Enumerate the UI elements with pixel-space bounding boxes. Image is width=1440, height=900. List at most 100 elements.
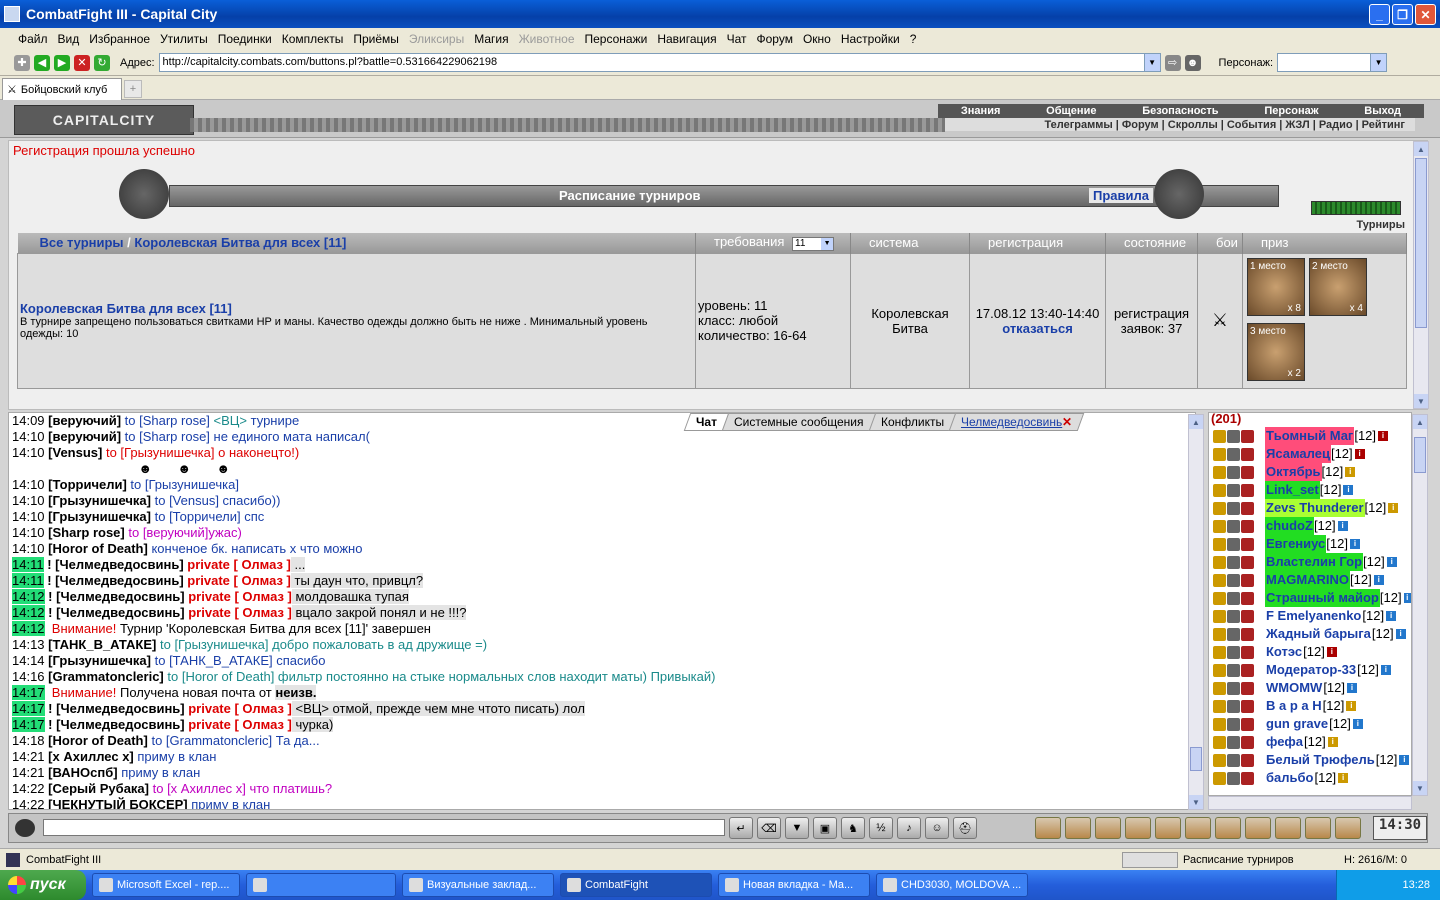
chat-time[interactable]: 14:10 <box>12 525 45 540</box>
scroll-up-icon[interactable]: ▲ <box>1414 142 1428 156</box>
user-name[interactable]: бальбо <box>1265 769 1314 787</box>
current-tournament-link[interactable]: Королевская Битва для всех [11] <box>134 235 346 250</box>
chat-nick[interactable]: [ТАНК_В_АТАКЕ] <box>48 637 156 652</box>
private-icon[interactable] <box>1213 735 1226 749</box>
info-icon[interactable]: i <box>1403 593 1411 603</box>
private-icon[interactable] <box>1213 699 1226 713</box>
action-icon[interactable] <box>1305 817 1331 839</box>
tab-chat[interactable]: Конфликты <box>868 413 956 431</box>
menu-item[interactable]: Животное <box>519 32 575 46</box>
chat-time[interactable]: 14:16 <box>12 669 45 684</box>
maximize-button[interactable]: ❐ <box>1392 4 1413 25</box>
nav-item[interactable]: Выход <box>1364 105 1401 117</box>
user-row[interactable]: Link_set [12] i <box>1209 481 1411 499</box>
nav-item[interactable]: Персонаж <box>1264 105 1318 117</box>
chevron-down-icon[interactable]: ▼ <box>1370 54 1387 71</box>
user-name[interactable]: Котэс <box>1265 643 1303 661</box>
user-row[interactable]: Октябрь [12] i <box>1209 463 1411 481</box>
chat-nick[interactable]: ! [Челмедведосвинь] <box>47 573 183 588</box>
private-icon[interactable] <box>1213 555 1226 569</box>
taskbar-item[interactable]: Новая вкладка - Ма... <box>718 873 870 897</box>
chat-nick[interactable]: [Horor of Death] <box>48 541 148 556</box>
user-name[interactable]: фефа <box>1265 733 1304 751</box>
user-name[interactable]: Ясамалец <box>1265 445 1331 463</box>
user-name[interactable]: В а р а Н <box>1265 697 1323 715</box>
chat-time[interactable]: 14:14 <box>12 653 45 668</box>
status-icons[interactable] <box>1122 851 1178 868</box>
chat-time[interactable]: 14:18 <box>12 733 45 748</box>
menu-item[interactable]: Окно <box>803 32 831 46</box>
close-button[interactable]: ✕ <box>1415 4 1436 25</box>
taskbar-item[interactable]: CombatFight <box>560 873 712 897</box>
close-icon[interactable]: ✕ <box>1062 414 1072 430</box>
tournament-scrollbar[interactable]: ▲ ▼ <box>1413 141 1429 409</box>
chat-nick[interactable]: [Грызунишечка] <box>48 653 151 668</box>
prize-badge[interactable]: 3 место x 2 <box>1247 322 1305 381</box>
menu-item[interactable]: Утилиты <box>160 32 208 46</box>
nav-item[interactable]: Безопасность <box>1142 105 1218 117</box>
level-select[interactable]: 11 ▼ <box>792 237 835 252</box>
chat-input[interactable] <box>43 819 725 836</box>
tab-combats-club[interactable]: ⚔ Бойцовский клуб <box>2 78 122 100</box>
action-icon[interactable] <box>1185 817 1211 839</box>
scroll-thumb[interactable] <box>1415 158 1427 328</box>
scroll-thumb[interactable] <box>1414 437 1426 473</box>
private-icon[interactable] <box>1213 681 1226 695</box>
private-icon[interactable] <box>1213 483 1226 497</box>
menu-item[interactable]: Эликсиры <box>409 32 464 46</box>
action-icon[interactable] <box>1125 817 1151 839</box>
user-row[interactable]: Евгениус [12] i <box>1209 535 1411 553</box>
user-name[interactable]: Властелин Гор <box>1265 553 1364 571</box>
prize-badge[interactable]: 1 место x 8 <box>1247 257 1305 316</box>
clear-icon[interactable]: ⌫ <box>757 817 781 839</box>
info-icon[interactable]: i <box>1354 449 1365 459</box>
scroll-up-icon[interactable]: ▲ <box>1413 415 1427 429</box>
user-row[interactable]: F Emelyanenko [12] i <box>1209 607 1411 625</box>
chat-nick[interactable]: [Grammatoncleric] <box>48 669 164 684</box>
go-icon[interactable]: ⇨ <box>1164 54 1181 71</box>
info-icon[interactable]: i <box>1395 629 1406 639</box>
unregister-link[interactable]: отказаться <box>1002 321 1073 336</box>
user-name[interactable]: Link_set <box>1265 481 1320 499</box>
subnav-item[interactable]: Форум <box>1122 119 1159 131</box>
info-icon[interactable]: i <box>1378 431 1389 441</box>
private-icon[interactable] <box>1213 447 1226 461</box>
minimize-button[interactable]: _ <box>1369 4 1390 25</box>
chat-time[interactable]: 14:17 <box>12 701 45 716</box>
user-name[interactable]: Страшный майор <box>1265 589 1380 607</box>
info-icon[interactable]: i <box>1380 665 1391 675</box>
chat-time[interactable]: 14:22 <box>12 797 45 809</box>
pin-icon[interactable]: ✚ <box>14 54 30 71</box>
user-name[interactable]: Жадный барыга <box>1265 625 1372 643</box>
menu-item[interactable]: Приёмы <box>353 32 399 46</box>
user-row[interactable]: gun grave [12] i <box>1209 715 1411 733</box>
crossed-swords-icon[interactable]: ⚔ <box>1212 310 1228 330</box>
action-icon[interactable] <box>1065 817 1091 839</box>
menu-item[interactable]: Навигация <box>657 32 716 46</box>
info-icon[interactable]: i <box>1386 557 1397 567</box>
private-icon[interactable] <box>1213 771 1226 785</box>
chat-nick[interactable]: ! [Челмедведосвинь] <box>47 557 183 572</box>
user-name[interactable]: Zevs Thunderer <box>1265 499 1365 517</box>
address-input[interactable]: http://capitalcity.combats.com/buttons.p… <box>158 53 1161 72</box>
private-icon[interactable] <box>1213 609 1226 623</box>
info-icon[interactable]: i <box>1373 575 1384 585</box>
new-tab-button[interactable]: + <box>124 80 142 98</box>
chat-time[interactable]: 14:10 <box>12 445 45 460</box>
private-icon[interactable] <box>1213 501 1226 515</box>
user-name[interactable]: Тьомный Маг <box>1265 427 1355 445</box>
chat-time[interactable]: 14:22 <box>12 781 45 796</box>
user-row[interactable]: Жадный барыга [12] i <box>1209 625 1411 643</box>
user-row[interactable]: WMOMW [12] i <box>1209 679 1411 697</box>
users-hscrollbar[interactable] <box>1208 796 1412 810</box>
user-row[interactable]: бальбо [12] i <box>1209 769 1411 787</box>
menu-item[interactable]: Персонажи <box>585 32 648 46</box>
smiley-panel-icon[interactable] <box>15 819 35 837</box>
user-name[interactable]: WMOMW <box>1265 679 1323 697</box>
info-icon[interactable]: i <box>1352 719 1363 729</box>
menu-item[interactable]: Поединки <box>218 32 272 46</box>
chat-time[interactable]: 14:11 <box>12 573 44 588</box>
scroll-down-icon[interactable]: ▼ <box>1413 781 1427 795</box>
fraction-icon[interactable]: ½ <box>869 817 893 839</box>
chat-time[interactable]: 14:10 <box>12 541 45 556</box>
